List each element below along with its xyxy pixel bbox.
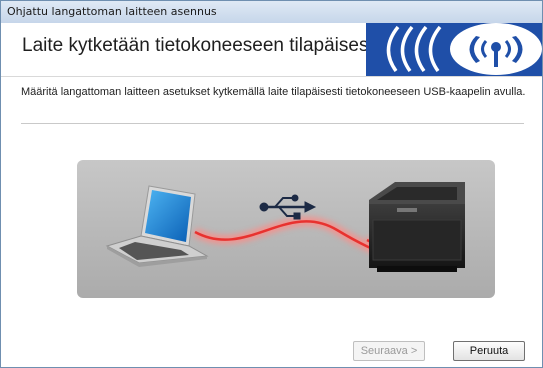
separator	[21, 123, 524, 124]
header-panel: Laite kytketään tietokoneeseen tilapäise…	[1, 23, 542, 77]
wireless-icon	[450, 23, 542, 75]
title-bar[interactable]: Ohjattu langattoman laitteen asennus	[1, 1, 542, 24]
wizard-window: Ohjattu langattoman laitteen asennus Lai…	[0, 0, 543, 368]
instruction-text: Määritä langattoman laitteen asetukset k…	[21, 86, 526, 98]
footer-bar: Seuraava > Peruuta	[1, 333, 542, 367]
window-title: Ohjattu langattoman laitteen asennus	[7, 5, 217, 18]
content-area: Määritä langattoman laitteen asetukset k…	[1, 77, 542, 367]
printer-icon	[369, 182, 465, 272]
page-title: Laite kytketään tietokoneeseen tilapäise…	[22, 35, 374, 56]
next-button[interactable]: Seuraava >	[353, 341, 425, 361]
cancel-button[interactable]: Peruuta	[453, 341, 525, 361]
usb-connection-illustration	[77, 160, 495, 298]
wireless-banner	[366, 23, 542, 76]
